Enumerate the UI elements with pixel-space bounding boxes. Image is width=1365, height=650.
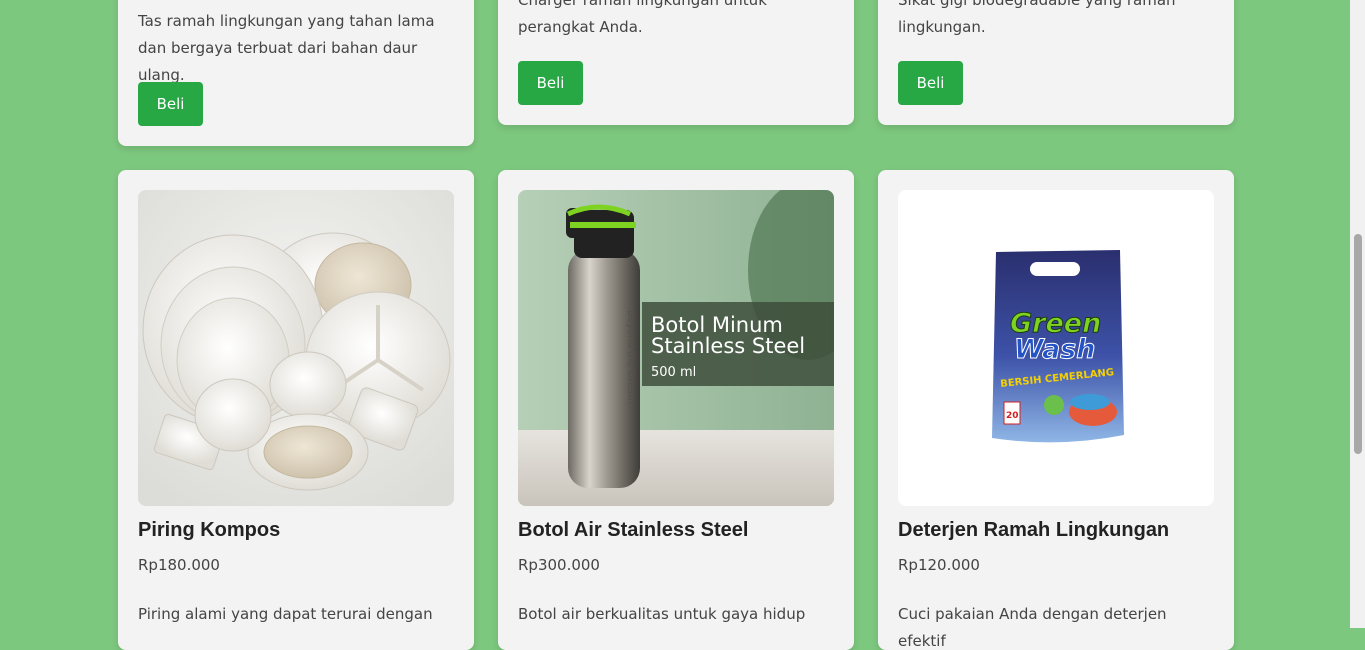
buy-button[interactable]: Beli [898,61,963,105]
product-description: Sikat gigi biodegradable yang ramah ling… [898,0,1176,36]
detergent-badge: 20 [1006,411,1019,421]
page-scrollbar[interactable] [1350,0,1365,628]
compostable-plates-image [138,190,454,506]
bottle-image-volume: 500 ml [651,365,696,380]
product-card: Charger ramah lingkungan untuk perangkat… [498,0,854,125]
product-title: Deterjen Ramah Lingkungan [898,519,1170,541]
product-card: Green Wash BERSIH CEMERLANG 20 Deterjen … [878,170,1234,650]
product-description: Cuci pakaian Anda dengan deterjen efekti… [898,605,1167,650]
product-title: Piring Kompos [138,519,281,541]
product-card: Sikat gigi biodegradable yang ramah ling… [878,0,1234,125]
product-card: Botol Minum Stainless Steel 500 ml Beyon… [498,170,854,650]
buy-button[interactable]: Beli [138,82,203,126]
product-title: Botol Air Stainless Steel [518,519,749,541]
product-description: Piring alami yang dapat terurai dengan [138,605,433,623]
buy-button[interactable]: Beli [518,61,583,105]
product-price: Rp120.000 [898,556,980,574]
product-description: Charger ramah lingkungan untuk perangkat… [518,0,767,36]
stainless-bottle-image: Botol Minum Stainless Steel 500 ml Beyon… [518,190,834,506]
bottle-image-line2: Stainless Steel [651,334,805,358]
bottle-engraving: Beyond the Dream [625,310,636,404]
product-price: Rp300.000 [518,556,600,574]
scrollbar-thumb[interactable] [1354,234,1362,454]
detergent-brand-2: Wash [1014,334,1095,365]
product-price: Rp180.000 [138,556,220,574]
product-description: Botol air berkualitas untuk gaya hidup [518,605,806,623]
product-card: Tas ramah lingkungan yang tahan lama dan… [118,0,474,146]
product-description: Tas ramah lingkungan yang tahan lama dan… [138,12,435,84]
detergent-pack-image: Green Wash BERSIH CEMERLANG 20 [898,190,1214,506]
product-card: Piring Kompos Rp180.000 Piring alami yan… [118,170,474,650]
